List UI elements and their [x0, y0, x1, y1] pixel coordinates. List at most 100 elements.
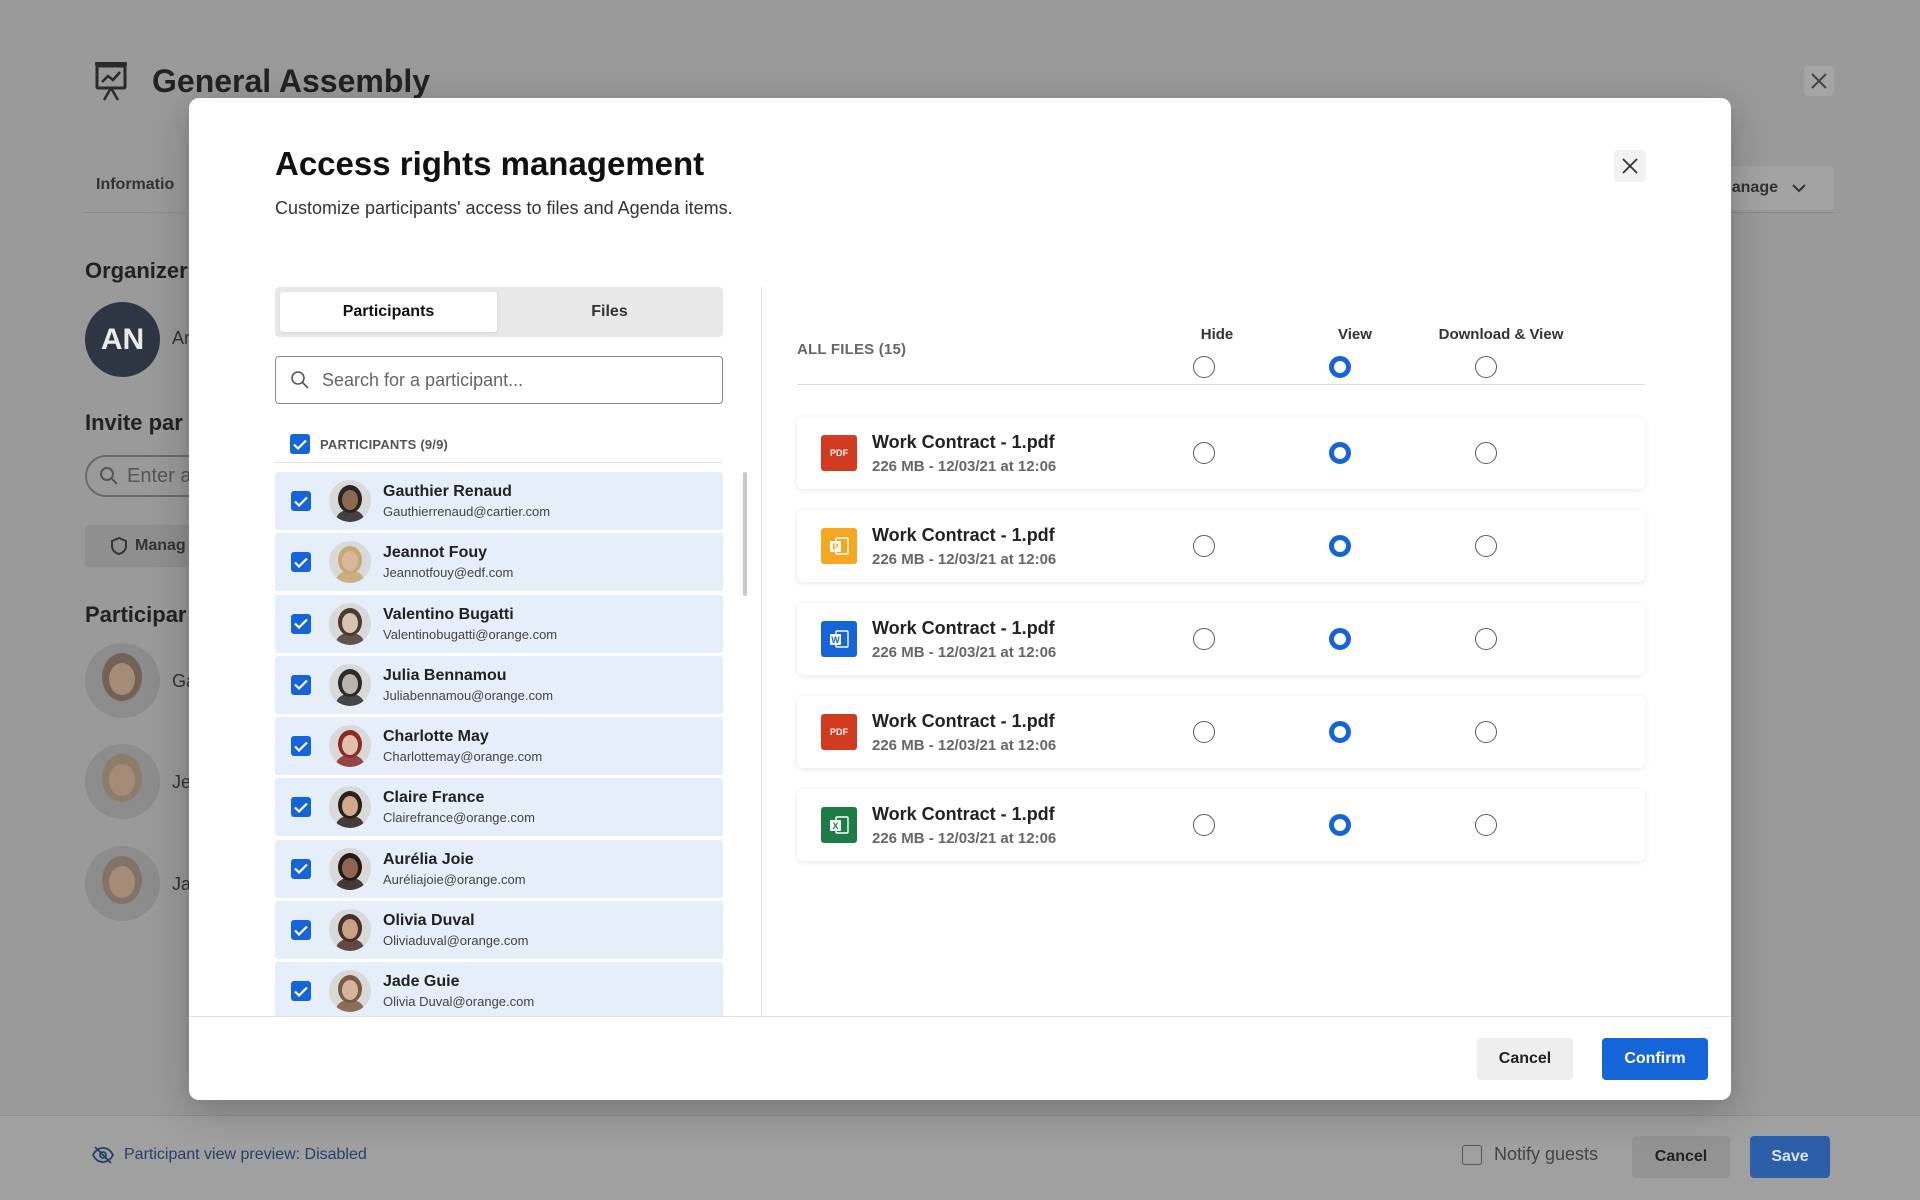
- checkmark-icon: [294, 741, 308, 752]
- participant-checkbox[interactable]: [291, 613, 311, 634]
- file-radio-view[interactable]: [1329, 535, 1351, 557]
- participant-checkbox[interactable]: [291, 674, 311, 695]
- notify-guests-label: Notify guests: [1494, 1144, 1599, 1164]
- participant-row[interactable]: Aurélia Joie Auréliajoie@orange.com: [275, 839, 723, 898]
- bulk-radio-view[interactable]: [1329, 356, 1351, 378]
- person-photo-icon: [329, 725, 371, 768]
- participant-checkbox[interactable]: [291, 920, 311, 941]
- file-radio-view[interactable]: [1329, 814, 1351, 836]
- person-photo-icon: [329, 541, 371, 584]
- notify-guests-checkbox[interactable]: [1462, 1144, 1482, 1165]
- bulk-radio-hide[interactable]: [1193, 356, 1215, 378]
- file-radio-view[interactable]: [1329, 442, 1351, 464]
- tab-information[interactable]: Informatio: [96, 176, 174, 194]
- manage-access-button[interactable]: Manag: [85, 525, 205, 567]
- participant-row[interactable]: Claire France Clairefrance@orange.com: [275, 778, 723, 837]
- column-view: View: [1338, 326, 1372, 343]
- participant-email: Valentinobugatti@orange.com: [383, 626, 558, 642]
- tab-participants[interactable]: Participants: [280, 292, 497, 332]
- participant-email: Olivia Duval@orange.com: [383, 994, 535, 1010]
- preview-status-text: Participant view preview: Disabled: [124, 1146, 367, 1163]
- file-radio-download-view[interactable]: [1475, 442, 1497, 464]
- avatar: [85, 744, 160, 819]
- file-name: Work Contract - 1.pdf: [872, 525, 1055, 545]
- person-photo-icon: [329, 970, 371, 1013]
- powerpoint-file-icon: P: [821, 528, 857, 564]
- participant-checkbox[interactable]: [291, 491, 311, 511]
- participant-info: Julia Bennamou Juliabennamou@orange.com: [383, 667, 553, 703]
- checkmark-icon: [294, 680, 308, 691]
- svg-text:W: W: [831, 635, 840, 645]
- participant-row[interactable]: Charlotte May Charlottemay@orange.com: [275, 717, 723, 776]
- file-radio-view[interactable]: [1329, 628, 1351, 650]
- file-radio-download-view[interactable]: [1475, 814, 1497, 836]
- participant-row[interactable]: Julia Bennamou Juliabennamou@orange.com: [275, 655, 723, 714]
- face-shape: [342, 551, 358, 572]
- page-save-button[interactable]: Save: [1750, 1136, 1830, 1178]
- participant-checkbox[interactable]: [291, 736, 311, 757]
- file-meta: 226 MB - 12/03/21 at 12:06: [872, 458, 1057, 475]
- panel-divider: [761, 287, 762, 1017]
- file-icon-label: PDF: [830, 727, 848, 737]
- checkmark-icon: [294, 802, 308, 813]
- file-meta: 226 MB - 12/03/21 at 12:06: [872, 551, 1057, 568]
- file-meta: 226 MB - 12/03/21 at 12:06: [872, 644, 1057, 661]
- svg-text:P: P: [832, 542, 838, 552]
- file-radio-hide[interactable]: [1193, 442, 1215, 464]
- search-icon: [291, 371, 309, 389]
- participant-checkbox[interactable]: [291, 981, 311, 1002]
- participant-row[interactable]: Jade Guie Olivia Duval@orange.com: [275, 962, 723, 1017]
- participant-name: Gauthier Renaud: [383, 483, 512, 500]
- file-name: Work Contract - 1.pdf: [872, 432, 1055, 452]
- file-radio-download-view[interactable]: [1475, 721, 1497, 743]
- cancel-button[interactable]: Cancel: [1477, 1038, 1573, 1080]
- participant-checkbox[interactable]: [291, 858, 311, 879]
- checkmark-icon: [294, 557, 308, 568]
- person-photo-icon: [85, 643, 160, 718]
- file-radio-hide[interactable]: [1193, 814, 1215, 836]
- participant-row[interactable]: Gauthier Renaud Gauthierrenaud@cartier.c…: [275, 472, 723, 530]
- file-radio-hide[interactable]: [1193, 721, 1215, 743]
- person-photo-icon: [329, 847, 371, 890]
- avatar: [329, 970, 371, 1013]
- face-shape: [342, 919, 358, 940]
- participant-name: Valentino Bugatti: [383, 605, 514, 623]
- close-icon: [1811, 73, 1827, 89]
- participant-preview-toggle[interactable]: Participant view preview: Disabled: [92, 1146, 367, 1164]
- participant-row[interactable]: Jeannot Fouy Jeannotfouy@edf.com: [275, 533, 723, 592]
- participant-search-input[interactable]: [322, 369, 702, 391]
- avatar: [329, 847, 371, 890]
- participant-email: Auréliajoie@orange.com: [383, 871, 526, 887]
- avatar: [329, 602, 371, 645]
- participant-info: Jade Guie Olivia Duval@orange.com: [383, 973, 534, 1009]
- file-radio-hide[interactable]: [1193, 535, 1215, 557]
- file-radio-hide[interactable]: [1193, 628, 1215, 650]
- file-radio-download-view[interactable]: [1475, 535, 1497, 557]
- file-radio-download-view[interactable]: [1475, 628, 1497, 650]
- file-row: PDF Work Contract - 1.pdf 226 MB - 12/03/2…: [797, 417, 1645, 489]
- file-meta: 226 MB - 12/03/21 at 12:06: [872, 737, 1057, 754]
- page-close-button[interactable]: [1804, 66, 1834, 96]
- participant-name: Julia Bennamou: [383, 666, 507, 684]
- participant-email: Charlottemay@orange.com: [383, 749, 543, 765]
- select-all-checkbox[interactable]: [290, 434, 310, 454]
- participant-checkbox[interactable]: [291, 552, 311, 573]
- participant-checkbox[interactable]: [291, 797, 311, 818]
- participant-row[interactable]: Olivia Duval Oliviaduval@orange.com: [275, 901, 723, 960]
- modal-close-button[interactable]: [1614, 150, 1646, 182]
- notify-guests[interactable]: Notify guests: [1462, 1144, 1598, 1165]
- avatar: [329, 541, 371, 584]
- face-shape: [342, 612, 358, 633]
- access-rights-modal: Access rights management Customize parti…: [189, 98, 1731, 1100]
- chevron-down-icon: [1792, 184, 1806, 193]
- file-radio-view[interactable]: [1329, 721, 1351, 743]
- bulk-radio-download-view[interactable]: [1475, 356, 1497, 378]
- avatar: [329, 725, 371, 768]
- file-icon-label: PDF: [830, 448, 848, 458]
- participant-row[interactable]: Valentino Bugatti Valentinobugatti@orang…: [275, 594, 723, 653]
- confirm-button[interactable]: Confirm: [1602, 1038, 1708, 1080]
- excel-file-icon: X: [821, 807, 857, 843]
- participant-list-scrollbar[interactable]: [743, 472, 747, 596]
- tab-files[interactable]: Files: [501, 292, 718, 332]
- page-cancel-button[interactable]: Cancel: [1632, 1136, 1730, 1178]
